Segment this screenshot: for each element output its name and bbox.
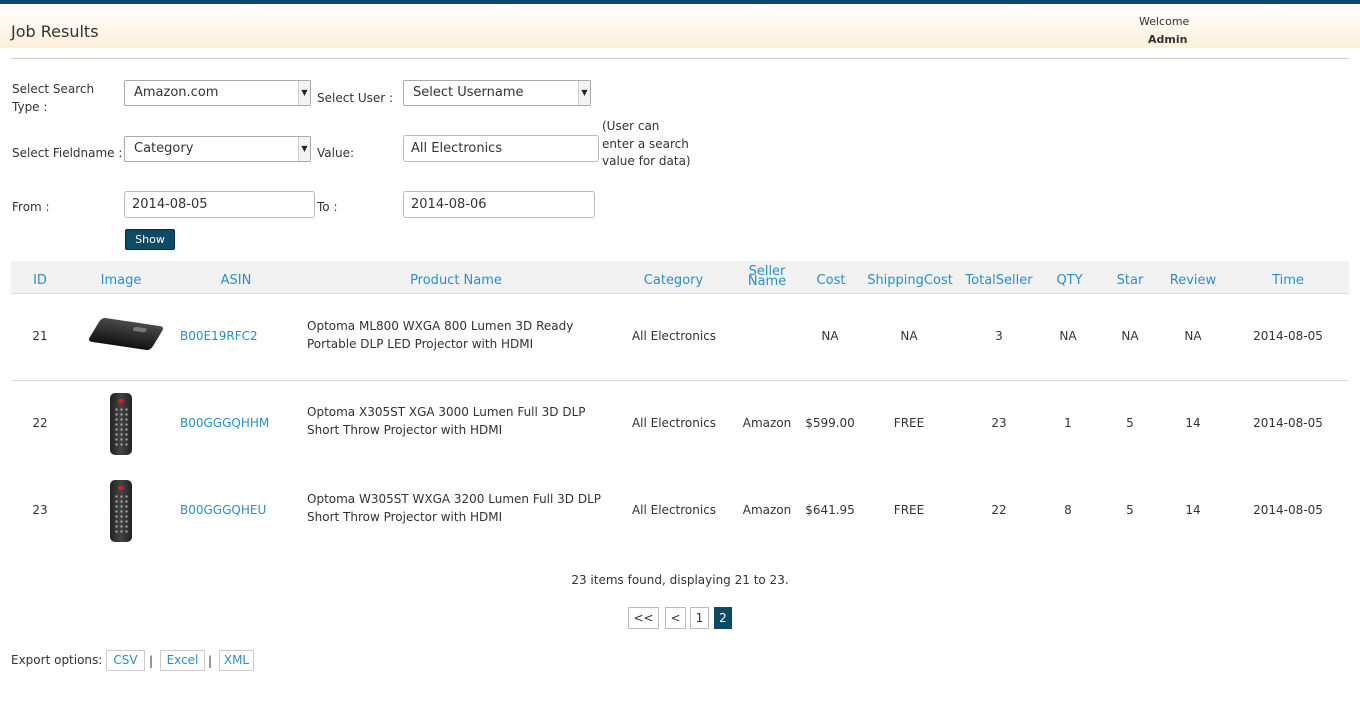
cell-category: All Electronics bbox=[631, 503, 717, 517]
results-table-header: ID Image ASIN Product Name Category Sell… bbox=[11, 261, 1349, 294]
cell-review: 14 bbox=[1185, 503, 1201, 517]
user-select[interactable]: Select Username ▼ bbox=[403, 80, 591, 106]
col-product-name[interactable]: Product Name bbox=[311, 261, 601, 294]
col-image[interactable]: Image bbox=[81, 261, 161, 294]
col-star[interactable]: Star bbox=[1109, 261, 1151, 294]
product-image bbox=[87, 317, 165, 351]
export-label: Export options: bbox=[11, 653, 103, 667]
username-label: Admin bbox=[1148, 33, 1188, 46]
cell-id: 22 bbox=[32, 416, 48, 430]
product-name: Optoma W305ST WXGA 3200 Lumen Full 3D DL… bbox=[307, 492, 602, 524]
product-image bbox=[110, 393, 132, 455]
cell-review: 14 bbox=[1185, 416, 1201, 430]
cell-time: 2014-08-05 bbox=[1253, 503, 1323, 517]
cell-shipping: FREE bbox=[893, 416, 925, 430]
col-category[interactable]: Category bbox=[626, 261, 721, 294]
cell-qty: 8 bbox=[1064, 503, 1072, 517]
show-button[interactable]: Show bbox=[125, 229, 175, 250]
user-select-value: Select Username bbox=[413, 85, 524, 100]
cell-total-seller: 3 bbox=[995, 329, 1003, 343]
fieldname-select[interactable]: Category ▼ bbox=[124, 136, 311, 162]
product-name: Optoma ML800 WXGA 800 Lumen 3D Ready Por… bbox=[307, 319, 574, 351]
value-input[interactable]: All Electronics bbox=[403, 135, 599, 162]
export-separator: | bbox=[208, 654, 213, 668]
col-asin[interactable]: ASIN bbox=[181, 261, 291, 294]
cell-shipping: FREE bbox=[893, 503, 925, 517]
product-name: Optoma X305ST XGA 3000 Lumen Full 3D DLP… bbox=[307, 405, 586, 437]
asin-link[interactable]: B00E19RFC2 bbox=[180, 329, 258, 343]
col-review[interactable]: Review bbox=[1165, 261, 1221, 294]
cell-total-seller: 23 bbox=[991, 416, 1007, 430]
results-summary: 23 items found, displaying 21 to 23. bbox=[571, 573, 789, 587]
search-type-select[interactable]: Amazon.com ▼ bbox=[124, 80, 311, 106]
search-type-label: Select Search Type : bbox=[12, 82, 95, 114]
asin-link[interactable]: B00GGGQHHM bbox=[180, 416, 269, 430]
fieldname-label: Select Fieldname : bbox=[12, 146, 123, 160]
user-label: Select User : bbox=[317, 91, 394, 105]
to-date-input[interactable]: 2014-08-06 bbox=[403, 191, 595, 218]
cell-shipping: NA bbox=[900, 329, 918, 343]
col-cost[interactable]: Cost bbox=[806, 261, 856, 294]
col-qty[interactable]: QTY bbox=[1047, 261, 1092, 294]
col-id[interactable]: ID bbox=[11, 261, 69, 294]
cell-star: NA bbox=[1121, 329, 1139, 343]
page-title: Job Results bbox=[11, 22, 99, 41]
cell-total-seller: 22 bbox=[991, 503, 1007, 517]
cell-seller: Amazon bbox=[742, 503, 792, 517]
welcome-text: Welcome bbox=[1139, 15, 1190, 28]
export-separator: | bbox=[149, 654, 154, 668]
cell-cost: NA bbox=[821, 329, 839, 343]
cell-qty: 1 bbox=[1064, 416, 1072, 430]
prev-page-button[interactable]: < bbox=[665, 607, 686, 629]
col-time[interactable]: Time bbox=[1248, 261, 1328, 294]
chevron-down-icon: ▼ bbox=[578, 81, 590, 105]
from-label: From : bbox=[12, 200, 50, 214]
cell-category: All Electronics bbox=[631, 329, 717, 343]
value-hint: (User can enter a search value for data) bbox=[602, 119, 691, 168]
fieldname-value: Category bbox=[134, 141, 194, 156]
cell-id: 23 bbox=[32, 503, 48, 517]
cell-id: 21 bbox=[32, 329, 48, 343]
value-label: Value: bbox=[317, 146, 354, 160]
cell-time: 2014-08-05 bbox=[1253, 329, 1323, 343]
to-label: To : bbox=[317, 200, 338, 214]
search-type-value: Amazon.com bbox=[134, 85, 219, 100]
cell-cost: $641.95 bbox=[805, 503, 855, 517]
cell-star: 5 bbox=[1126, 416, 1134, 430]
page-header: Job Results Welcome Admin bbox=[0, 4, 1360, 48]
cell-time: 2014-08-05 bbox=[1253, 416, 1323, 430]
col-total-seller[interactable]: TotalSeller bbox=[963, 261, 1035, 294]
export-csv-link[interactable]: CSV bbox=[106, 650, 145, 671]
cell-star: 5 bbox=[1126, 503, 1134, 517]
cell-qty: NA bbox=[1059, 329, 1077, 343]
product-image bbox=[110, 480, 132, 542]
asin-link[interactable]: B00GGGQHEU bbox=[180, 503, 266, 517]
cell-review: NA bbox=[1184, 329, 1202, 343]
page-2-button[interactable]: 2 bbox=[714, 607, 732, 629]
cell-seller: Amazon bbox=[742, 416, 792, 430]
header-divider bbox=[11, 58, 1349, 59]
chevron-down-icon: ▼ bbox=[298, 81, 310, 105]
export-excel-link[interactable]: Excel bbox=[160, 650, 205, 671]
page-1-button[interactable]: 1 bbox=[690, 607, 709, 629]
from-date-input[interactable]: 2014-08-05 bbox=[124, 191, 315, 218]
first-page-button[interactable]: << bbox=[628, 607, 659, 629]
export-xml-link[interactable]: XML bbox=[219, 650, 254, 671]
cell-cost: $599.00 bbox=[805, 416, 855, 430]
cell-category: All Electronics bbox=[631, 416, 717, 430]
chevron-down-icon: ▼ bbox=[298, 137, 310, 161]
row-divider bbox=[11, 380, 1349, 381]
col-seller-name[interactable]: Seller Name bbox=[744, 261, 790, 294]
col-shipping-cost[interactable]: ShippingCost bbox=[866, 261, 954, 294]
